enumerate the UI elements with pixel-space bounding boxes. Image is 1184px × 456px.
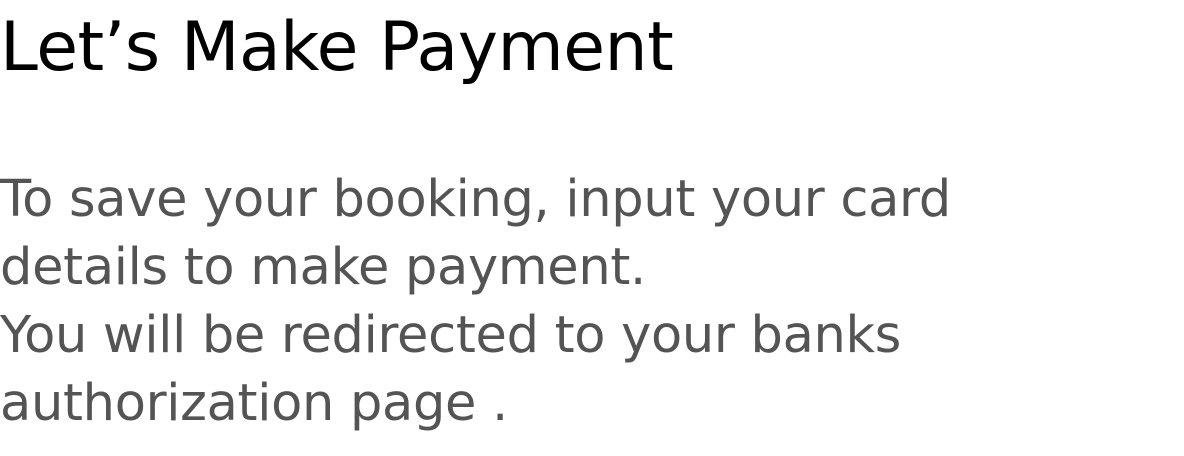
payment-intro-section: Let’s Make Payment To save your booking,… — [0, 0, 1184, 456]
description-line-1: To save your booking, input your card — [0, 170, 951, 229]
description-line-2: details to make payment. — [0, 238, 646, 297]
payment-description: To save your booking, input your card de… — [0, 166, 951, 438]
description-line-3: You will be redirected to your banks — [0, 306, 902, 365]
description-line-4: authorization page . — [0, 374, 508, 433]
page-title: Let’s Make Payment — [0, 8, 674, 87]
